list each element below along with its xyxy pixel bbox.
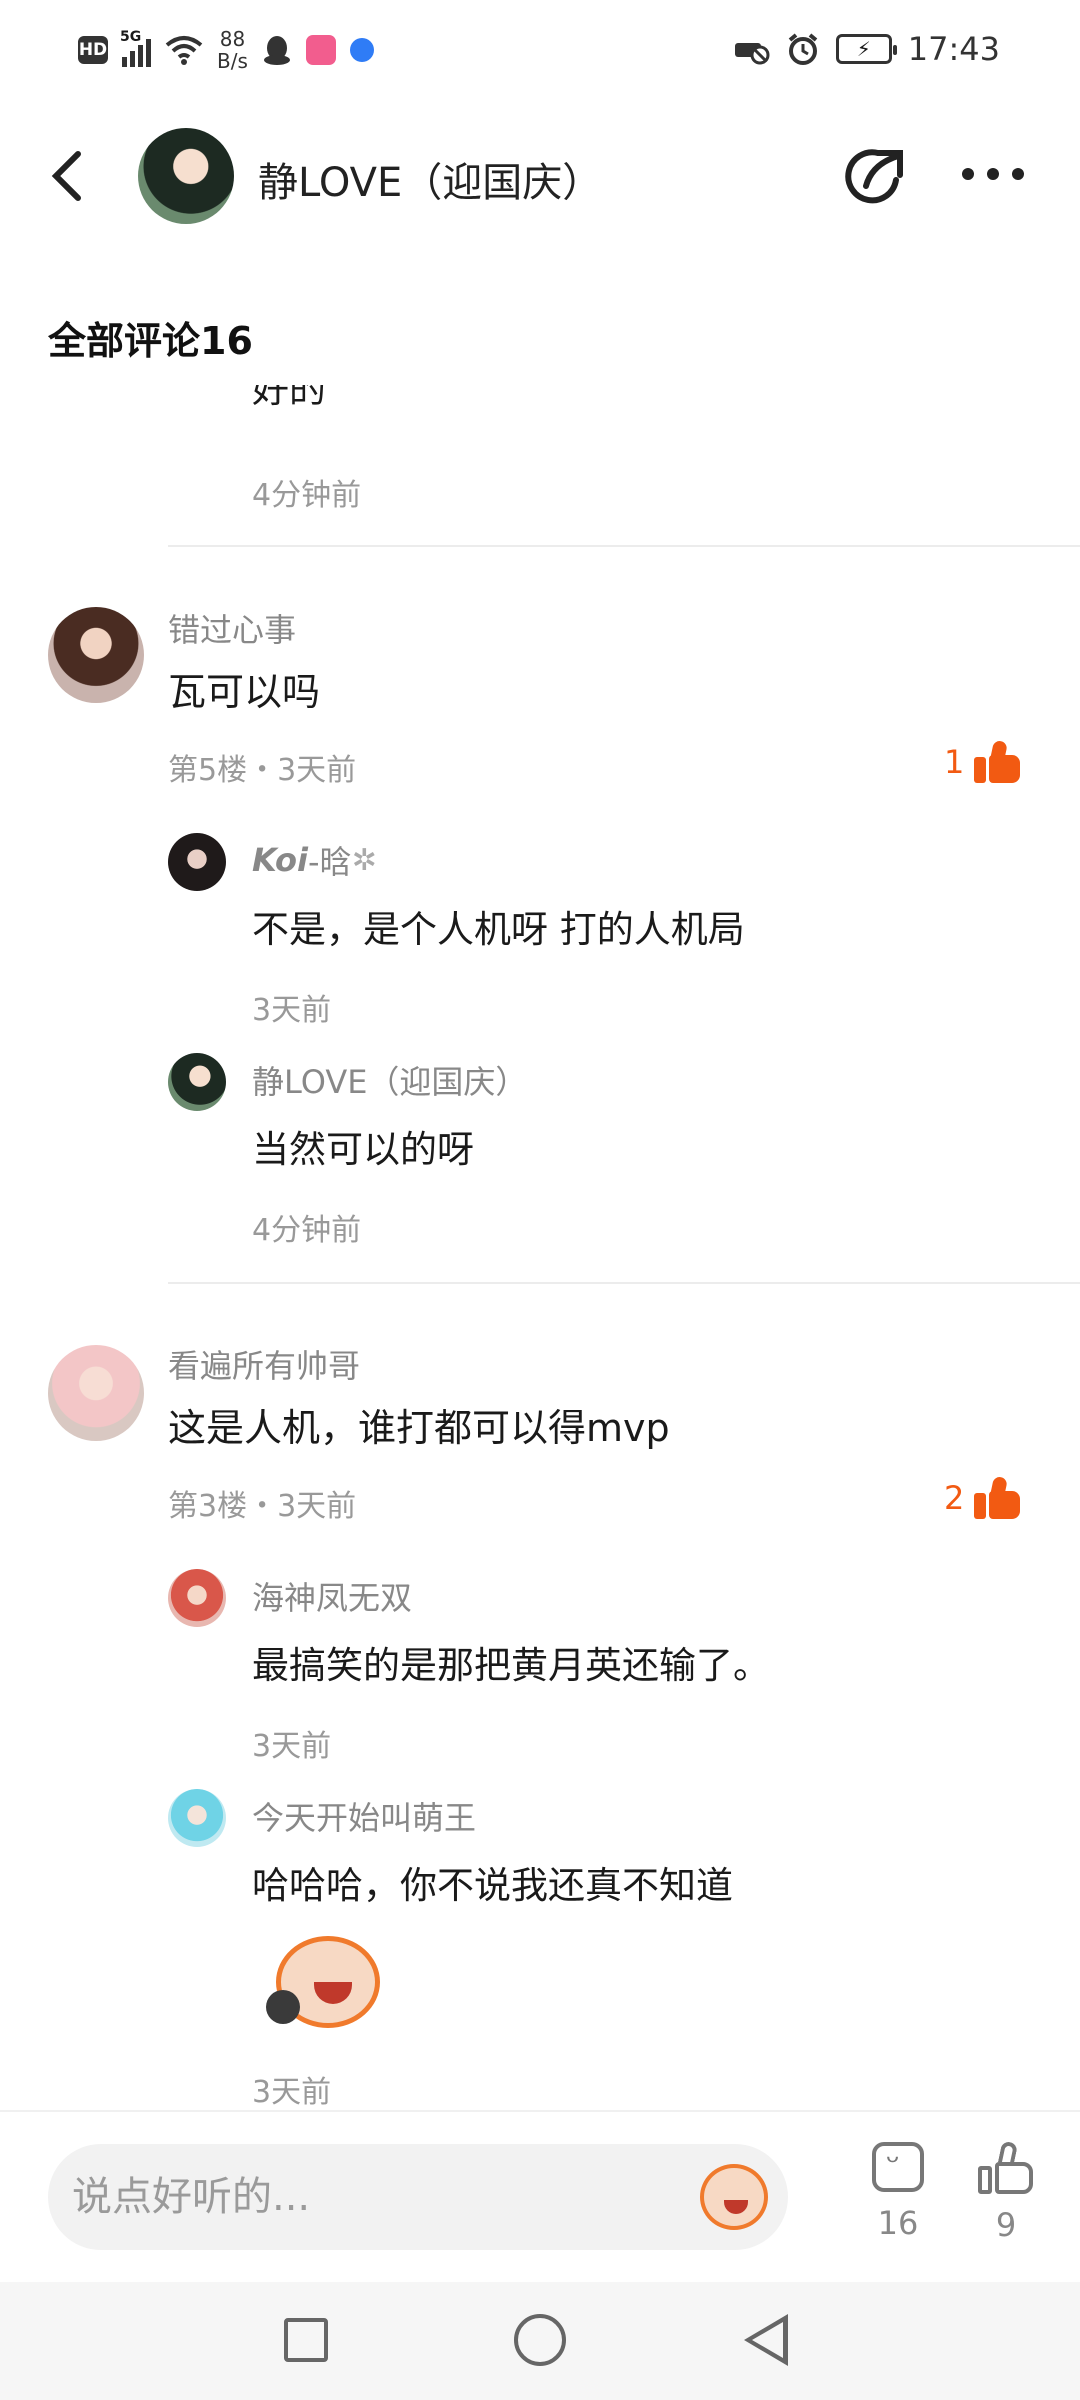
- alarm-icon: [788, 33, 818, 65]
- back-triangle-icon[interactable]: [744, 2314, 788, 2366]
- replier-name[interactable]: 静LOVE（迎国庆）: [252, 1057, 527, 1103]
- comment-input[interactable]: [72, 2168, 692, 2226]
- status-bar: HD 5G 88 B/s ⚡ 17:43: [0, 0, 1080, 110]
- hd-icon: HD: [78, 36, 108, 64]
- status-time: 17:43: [907, 30, 1000, 68]
- back-button[interactable]: [48, 148, 98, 201]
- comment-text[interactable]: 这是人机，谁打都可以得mvp: [168, 1397, 670, 1452]
- reply-text[interactable]: 不是，是个人机呀 打的人机局: [252, 899, 745, 953]
- car-mode-icon: [734, 43, 770, 65]
- network-speed: 88 B/s: [217, 27, 248, 73]
- reply-text[interactable]: 哈哈哈，你不说我还真不知道: [252, 1855, 733, 1909]
- reply-text[interactable]: 当然可以的呀: [252, 1119, 474, 1173]
- comment-meta: 第5楼・3天前: [168, 753, 357, 788]
- comment-meta: 第3楼・3天前: [168, 1489, 357, 1524]
- bilibili-app-icon: [305, 35, 336, 65]
- battery-charging-icon: ⚡: [835, 34, 897, 64]
- author-avatar[interactable]: [138, 128, 234, 224]
- more-icon: [962, 168, 1024, 180]
- status-left: HD 5G 88 B/s: [78, 28, 374, 72]
- commenter-name[interactable]: 看遍所有帅哥: [168, 1341, 360, 1387]
- more-button[interactable]: [958, 154, 1028, 194]
- share-button[interactable]: [838, 140, 912, 214]
- thumbs-up-icon: [974, 1475, 1021, 1519]
- laughing-sticker[interactable]: [262, 1930, 392, 2040]
- replier-avatar[interactable]: [168, 833, 226, 891]
- reply-time: 4分钟前: [252, 478, 362, 513]
- comment-icon: [872, 2142, 924, 2192]
- qq-icon: [263, 36, 290, 65]
- like-count: 1: [944, 743, 965, 781]
- post-like-button[interactable]: 9: [966, 2140, 1046, 2244]
- like-count: 2: [944, 1479, 965, 1517]
- comment-like-button[interactable]: 1: [944, 739, 1021, 783]
- thumbs-up-outline-icon: [978, 2140, 1034, 2194]
- replier-name[interactable]: 海神凤无双: [252, 1573, 412, 1619]
- network-type: 5G: [120, 29, 142, 45]
- likes-count: 9: [995, 2206, 1017, 2244]
- comments-section-title: 全部评论16: [48, 319, 253, 363]
- divider: [168, 545, 1080, 547]
- reply-text: 好的: [252, 385, 326, 411]
- commenter-avatar[interactable]: [48, 1345, 144, 1441]
- reply-time: 4分钟前: [252, 1213, 362, 1248]
- comment-input-container[interactable]: [48, 2144, 788, 2250]
- wifi-icon: [165, 36, 203, 65]
- comment-input-bar: 16 9: [0, 2110, 1080, 2280]
- emoji-sticker-button[interactable]: [700, 2164, 768, 2230]
- recent-apps-icon[interactable]: [284, 2318, 328, 2362]
- comments-count: 16: [877, 2204, 919, 2242]
- divider: [168, 1282, 1080, 1284]
- share-icon: [845, 149, 903, 204]
- reply-time: 3天前: [252, 2075, 332, 2110]
- replier-name-suffix: -晗: [308, 843, 352, 881]
- comment-list[interactable]: 好的 4分钟前 错过心事 瓦可以吗 第5楼・3天前 1 Koi -晗 ✲ 不是，…: [0, 385, 1080, 2110]
- commenter-name[interactable]: 错过心事: [168, 605, 296, 651]
- author-name[interactable]: 静LOVE（迎国庆）: [258, 150, 602, 208]
- spider-web-icon: ✲: [351, 842, 377, 878]
- replier-name-row[interactable]: Koi -晗 ✲: [252, 837, 377, 883]
- chevron-left-icon: [51, 151, 81, 201]
- thumbs-up-icon: [974, 739, 1021, 783]
- replier-name: Koi: [252, 841, 308, 879]
- status-right: ⚡ 17:43: [732, 30, 1000, 68]
- comments-count-button[interactable]: 16: [858, 2142, 938, 2242]
- system-nav-bar: [0, 2282, 1080, 2400]
- top-header: 静LOVE（迎国庆）: [0, 118, 1080, 228]
- replier-avatar[interactable]: [168, 1789, 226, 1847]
- reply-time: 3天前: [252, 1729, 332, 1764]
- reply-time: 3天前: [252, 993, 332, 1028]
- home-icon[interactable]: [514, 2314, 566, 2366]
- reply-text[interactable]: 最搞笑的是那把黄月英还输了。: [252, 1635, 770, 1689]
- commenter-avatar[interactable]: [48, 607, 144, 703]
- replier-avatar[interactable]: [168, 1053, 226, 1111]
- replier-name[interactable]: 今天开始叫萌王: [252, 1793, 476, 1839]
- comment-like-button[interactable]: 2: [944, 1475, 1021, 1519]
- comment-text[interactable]: 瓦可以吗: [168, 661, 320, 716]
- signal-icon: 5G: [120, 29, 151, 67]
- replier-avatar[interactable]: [168, 1569, 226, 1627]
- partial-reply: 好的: [252, 385, 326, 413]
- browser-app-icon: [349, 38, 374, 62]
